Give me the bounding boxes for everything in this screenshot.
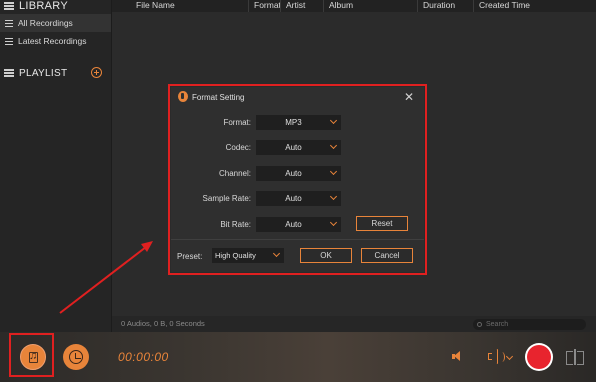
schedule-button[interactable] [63,344,89,370]
library-title: LIBRARY [19,0,68,12]
player-bar: 00:00:00 [0,332,596,382]
list-icon [5,19,13,27]
playlist-title: PLAYLIST [19,67,68,79]
status-summary: 0 Audios, 0 B, 0 Seconds [121,319,205,328]
sidebar-item-latest-recordings[interactable]: Latest Recordings [0,32,111,50]
column-header-created-time[interactable]: Created Time [474,0,596,12]
sidebar-item-all-recordings[interactable]: All Recordings [0,14,111,32]
playlist-icon [4,69,14,77]
sidebar: LIBRARY All Recordings Latest Recordings… [0,0,112,332]
dialog-highlight-box [168,84,427,275]
split-icon[interactable] [566,349,584,365]
button-highlight-box [9,333,54,377]
speaker-icon[interactable] [451,351,463,363]
list-icon [5,37,13,45]
library-icon [4,2,14,10]
column-header-album[interactable]: Album [324,0,418,12]
column-header-duration[interactable]: Duration [418,0,474,12]
sidebar-item-label: All Recordings [18,18,73,28]
recording-time: 00:00:00 [118,350,169,364]
library-header: LIBRARY [0,0,111,12]
table-header: File Name Format Artist Album Duration C… [112,0,596,12]
volume-icon[interactable] [488,349,514,365]
sidebar-item-label: Latest Recordings [18,36,87,46]
column-header-file-name[interactable]: File Name [131,0,249,12]
record-button[interactable] [527,345,551,369]
playlist-header: PLAYLIST [4,66,111,80]
column-header-format[interactable]: Format [249,0,281,12]
search-placeholder: Search [486,321,509,328]
search-icon [477,322,482,327]
search-input[interactable]: Search [473,319,586,330]
add-playlist-icon[interactable] [91,67,102,78]
status-bar: 0 Audios, 0 B, 0 Seconds Search [112,316,596,332]
column-header-artist[interactable]: Artist [281,0,324,12]
